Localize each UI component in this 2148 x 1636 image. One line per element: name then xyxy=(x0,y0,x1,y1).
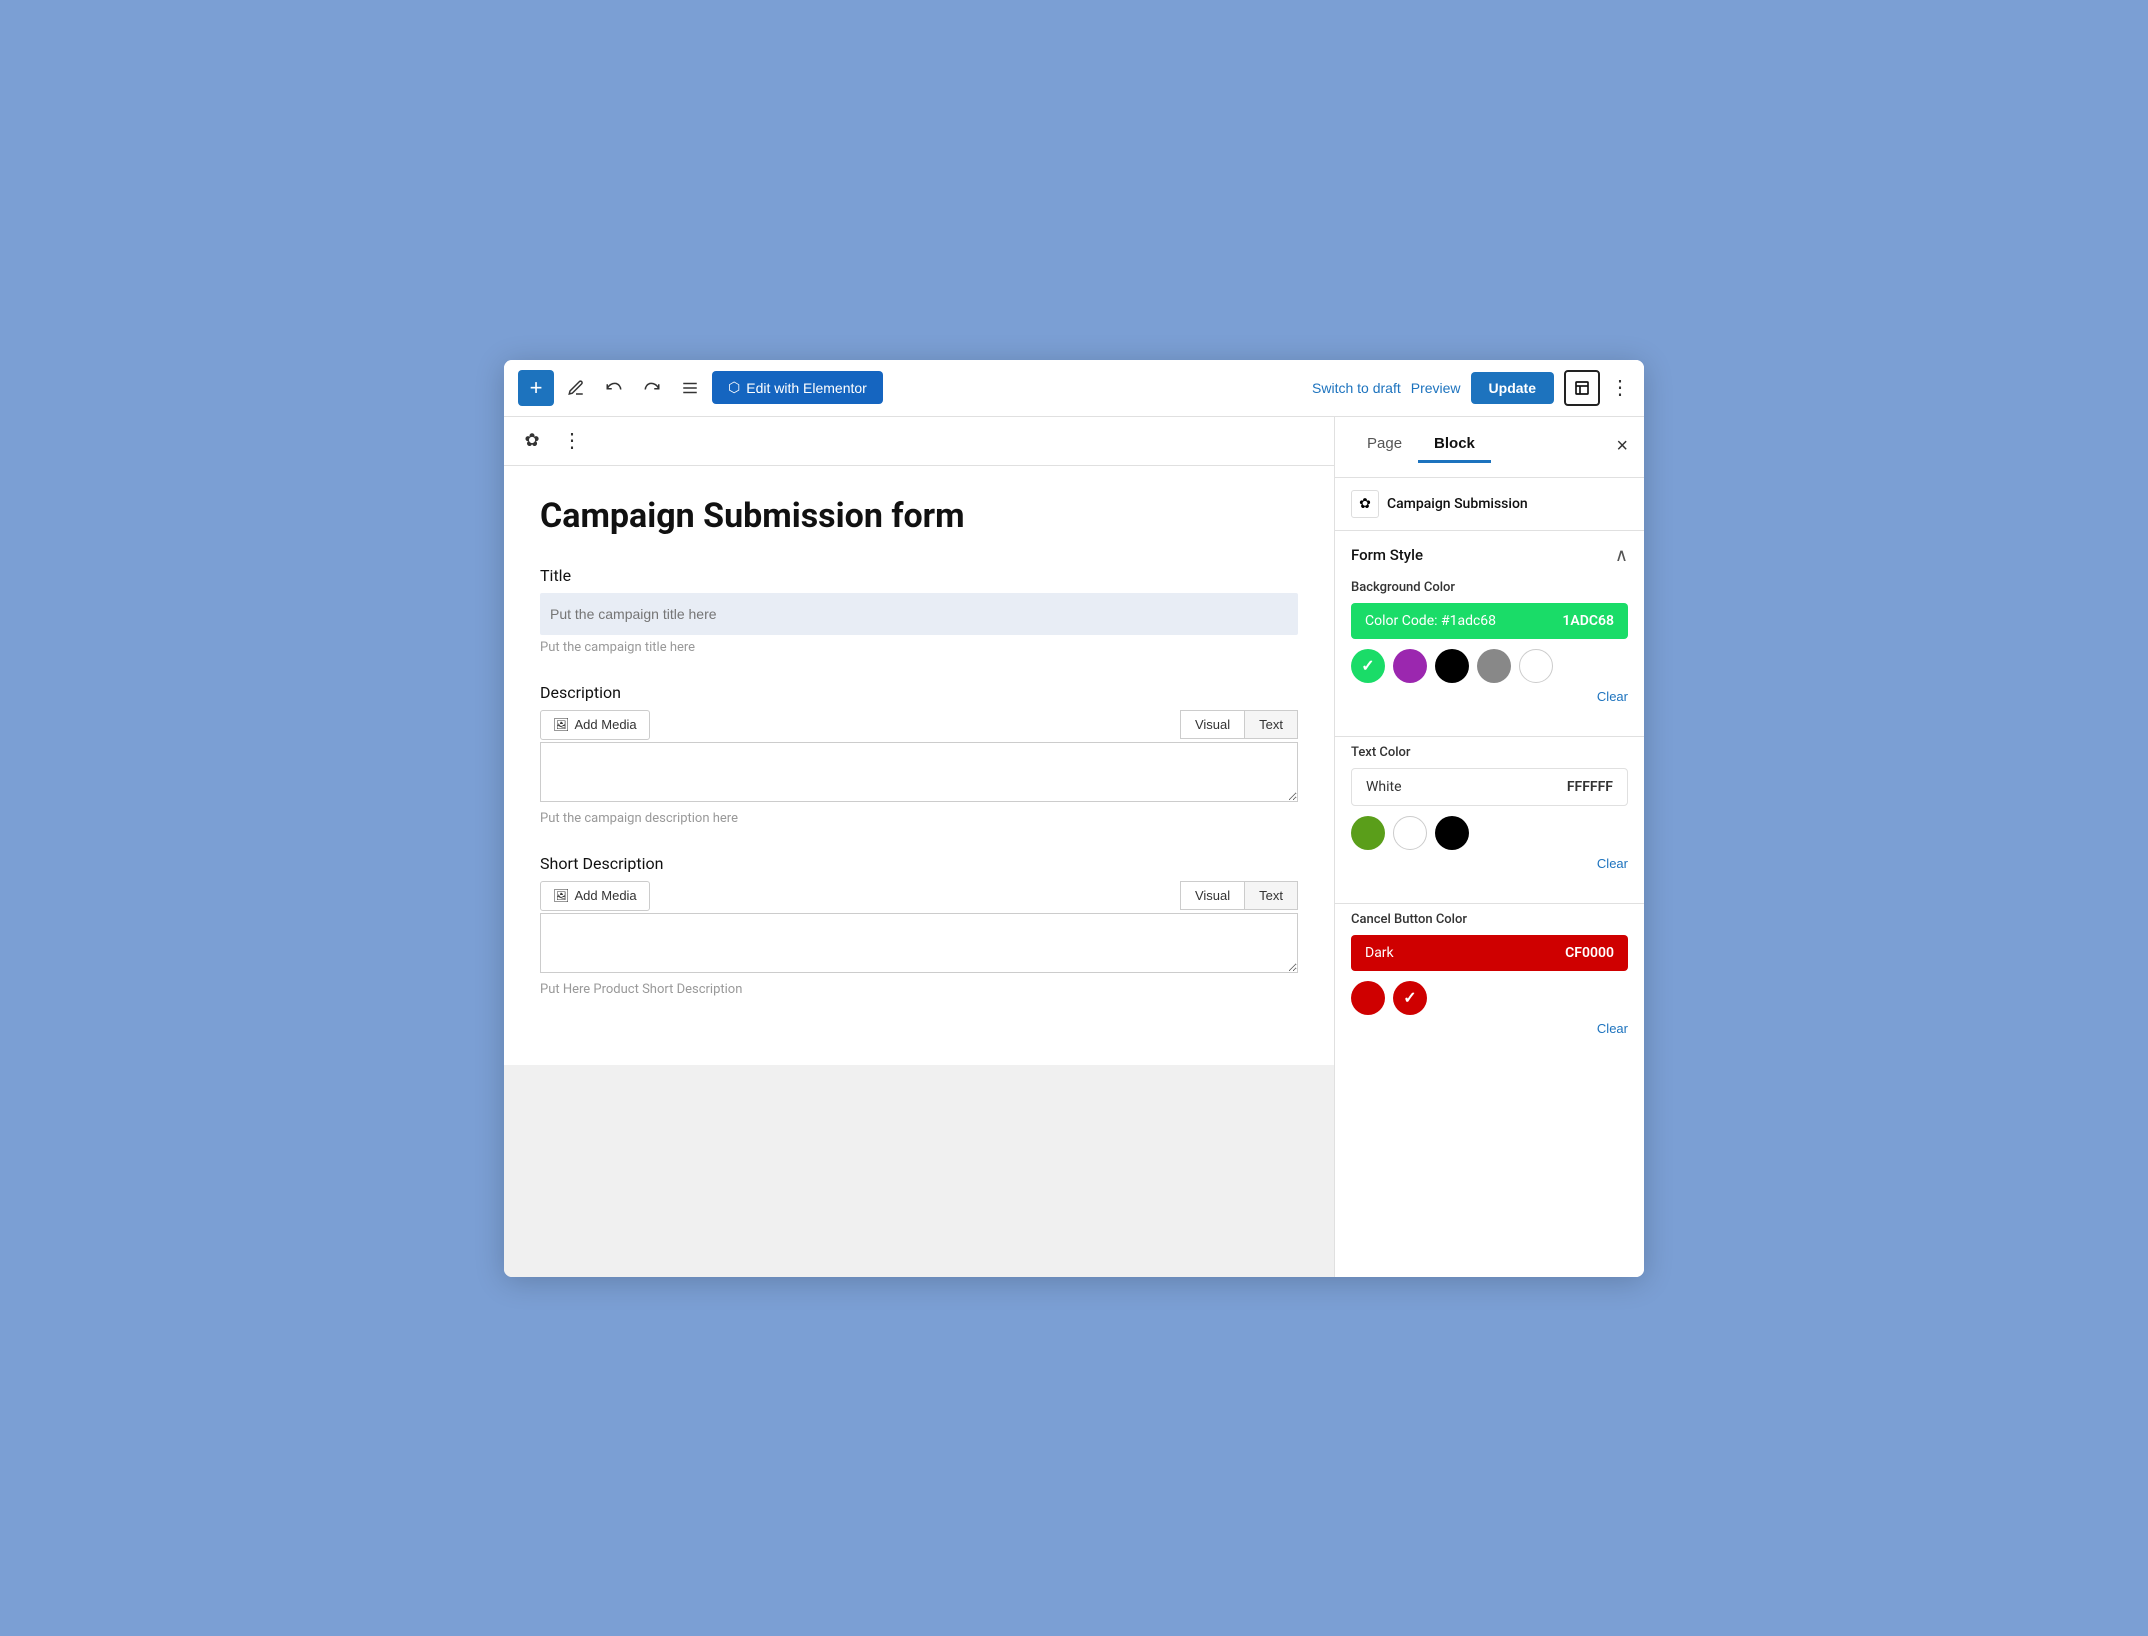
title-hint: Put the campaign title here xyxy=(540,640,1298,655)
add-block-button[interactable]: + xyxy=(518,370,554,406)
add-media-icon: 🖼 xyxy=(553,717,570,733)
cancel-button-color-section: Cancel Button Color Dark CF0000 Clear xyxy=(1335,912,1644,1060)
description-label: Description xyxy=(540,683,1298,702)
short-description-media-toolbar: 🖼 Add Media Visual Text xyxy=(540,881,1298,911)
add-media-label2: Add Media xyxy=(575,888,637,903)
editor-content: Campaign Submission form Title Put the c… xyxy=(504,466,1334,1065)
form-title: Campaign Submission form xyxy=(540,496,1298,536)
bg-black-swatch[interactable] xyxy=(1435,649,1469,683)
cancel-button-swatches xyxy=(1351,981,1628,1015)
preview-button[interactable]: Preview xyxy=(1411,380,1461,396)
block-options-button[interactable]: ⋮ xyxy=(556,425,588,457)
short-description-textarea[interactable] xyxy=(540,913,1298,973)
text-color-section: Text Color White FFFFFF Clear xyxy=(1335,745,1644,895)
description-tabs: Visual Text xyxy=(1180,710,1298,739)
editor-area: ✿ ⋮ Campaign Submission form Title Put t… xyxy=(504,417,1334,1277)
bg-green-swatch[interactable] xyxy=(1351,649,1385,683)
text-color-clear[interactable]: Clear xyxy=(1597,856,1628,871)
toolbar-right: Switch to draft Preview Update ⋮ xyxy=(1312,370,1630,406)
main-layout: ✿ ⋮ Campaign Submission form Title Put t… xyxy=(504,417,1644,1277)
description-textarea-wrap xyxy=(540,742,1298,806)
title-input[interactable] xyxy=(540,593,1298,635)
description-textarea[interactable] xyxy=(540,742,1298,802)
text-white-swatch[interactable] xyxy=(1393,816,1427,850)
cancel-button-color-display[interactable]: Dark CF0000 xyxy=(1351,935,1628,971)
edit-elementor-label: Edit with Elementor xyxy=(746,380,867,396)
description-field-section: Description 🖼 Add Media Visual Text xyxy=(540,683,1298,826)
background-color-hex: 1ADC68 xyxy=(1562,613,1614,629)
sidebar-header: Page Block × xyxy=(1335,417,1644,478)
add-media-label: Add Media xyxy=(575,717,637,732)
block-info: ✿ Campaign Submission xyxy=(1335,478,1644,531)
sidebar-tabs: Page Block xyxy=(1351,431,1491,463)
short-description-textarea-wrap xyxy=(540,913,1298,977)
page-tab[interactable]: Page xyxy=(1351,431,1418,463)
editor-toolbar: ✿ ⋮ xyxy=(504,417,1334,466)
text-color-label: Text Color xyxy=(1351,745,1628,760)
bg-gray-swatch[interactable] xyxy=(1477,649,1511,683)
description-visual-tab[interactable]: Visual xyxy=(1180,710,1244,739)
cancel-color-hex: CF0000 xyxy=(1565,945,1614,961)
short-desc-visual-tab[interactable]: Visual xyxy=(1180,881,1244,910)
background-color-display[interactable]: Color Code: #1adc68 1ADC68 xyxy=(1351,603,1628,639)
form-style-header[interactable]: Form Style ∧ xyxy=(1335,531,1644,580)
redo-button[interactable] xyxy=(636,372,668,404)
block-icon-btn[interactable]: ✿ xyxy=(516,425,548,457)
text-color-name: White xyxy=(1366,779,1402,795)
text-color-hex: FFFFFF xyxy=(1567,779,1613,795)
title-field-section: Title Put the campaign title here xyxy=(540,566,1298,655)
cancel-button-color-label: Cancel Button Color xyxy=(1351,912,1628,927)
description-text-tab[interactable]: Text xyxy=(1244,710,1298,739)
cancel-red-selected-swatch[interactable] xyxy=(1393,981,1427,1015)
block-tab[interactable]: Block xyxy=(1418,431,1491,463)
background-color-clear[interactable]: Clear xyxy=(1597,689,1628,704)
description-hint: Put the campaign description here xyxy=(540,811,1298,826)
tools-icon[interactable] xyxy=(560,372,592,404)
block-icon: ✿ xyxy=(1351,490,1379,518)
layout-view-button[interactable] xyxy=(1564,370,1600,406)
update-button[interactable]: Update xyxy=(1471,372,1554,404)
description-add-media-button[interactable]: 🖼 Add Media xyxy=(540,710,650,740)
more-options-button[interactable]: ⋮ xyxy=(1610,375,1630,400)
short-description-hint: Put Here Product Short Description xyxy=(540,982,1298,997)
form-style-section: Form Style ∧ Background Color Color Code… xyxy=(1335,531,1644,1060)
form-style-label: Form Style xyxy=(1351,546,1423,564)
cancel-red-swatch[interactable] xyxy=(1351,981,1385,1015)
short-description-tabs: Visual Text xyxy=(1180,881,1298,910)
add-media-icon2: 🖼 xyxy=(553,888,570,904)
background-color-swatches xyxy=(1351,649,1628,683)
text-color-display[interactable]: White FFFFFF xyxy=(1351,768,1628,806)
short-description-label: Short Description xyxy=(540,854,1298,873)
bg-white-swatch[interactable] xyxy=(1519,649,1553,683)
sidebar: Page Block × ✿ Campaign Submission Form … xyxy=(1334,417,1644,1277)
cancel-color-name: Dark xyxy=(1365,945,1394,961)
undo-button[interactable] xyxy=(598,372,630,404)
text-color-swatches xyxy=(1351,816,1628,850)
description-media-toolbar: 🖼 Add Media Visual Text xyxy=(540,710,1298,740)
list-view-button[interactable] xyxy=(674,372,706,404)
switch-to-draft-button[interactable]: Switch to draft xyxy=(1312,380,1401,396)
edit-elementor-button[interactable]: ⬡ Edit with Elementor xyxy=(712,371,883,404)
title-label: Title xyxy=(540,566,1298,585)
sidebar-close-button[interactable]: × xyxy=(1616,435,1628,458)
short-desc-add-media-button[interactable]: 🖼 Add Media xyxy=(540,881,650,911)
toolbar-left: + ⬡ E xyxy=(518,370,1304,406)
bg-purple-swatch[interactable] xyxy=(1393,649,1427,683)
background-color-label: Background Color xyxy=(1351,580,1628,595)
background-color-section: Background Color Color Code: #1adc68 1AD… xyxy=(1335,580,1644,728)
cancel-color-clear[interactable]: Clear xyxy=(1597,1021,1628,1036)
block-name-label: Campaign Submission xyxy=(1387,496,1528,512)
elementor-icon: ⬡ xyxy=(728,379,740,396)
short-desc-text-tab[interactable]: Text xyxy=(1244,881,1298,910)
short-description-field-section: Short Description 🖼 Add Media Visual Tex… xyxy=(540,854,1298,997)
form-style-chevron: ∧ xyxy=(1615,545,1628,566)
background-color-name: Color Code: #1adc68 xyxy=(1365,613,1496,629)
wordpress-editor-window: + ⬡ E xyxy=(504,360,1644,1277)
text-black-swatch[interactable] xyxy=(1435,816,1469,850)
top-bar: + ⬡ E xyxy=(504,360,1644,417)
text-olive-swatch[interactable] xyxy=(1351,816,1385,850)
